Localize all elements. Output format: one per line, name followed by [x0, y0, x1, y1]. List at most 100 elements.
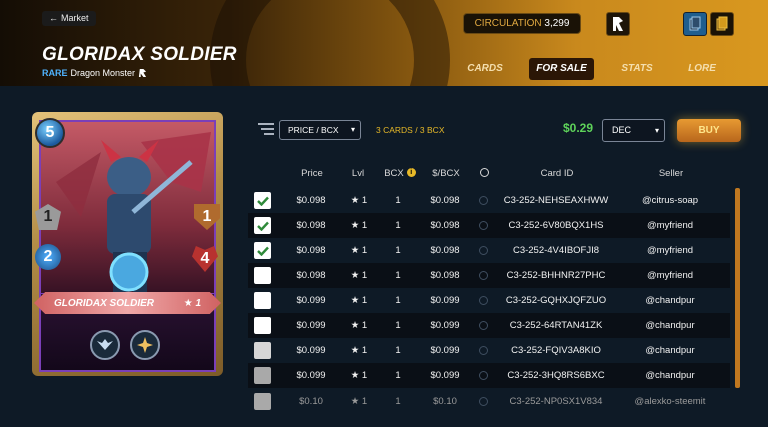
splinterlands-logo-icon — [613, 17, 623, 31]
row-clock-icon — [479, 271, 488, 280]
row-price: $0.099 — [296, 320, 326, 331]
row-level: ★ 1 — [350, 245, 368, 256]
row-bcx: 1 — [395, 370, 401, 381]
row-level: ★ 1 — [350, 370, 368, 381]
row-checkbox[interactable] — [254, 192, 271, 209]
header-swirl-decoration — [210, 0, 450, 86]
row-checkbox[interactable] — [254, 393, 271, 410]
nameplate-level-value: 1 — [195, 297, 201, 309]
col-header-price[interactable]: Price — [292, 168, 332, 179]
selected-total-price: $0.29 — [563, 121, 594, 135]
dragon-soldier-illustration — [56, 132, 211, 292]
row-seller[interactable]: @myfriend — [624, 213, 716, 238]
row-card-id[interactable]: C3-252-64RTAN41ZK — [498, 313, 614, 338]
row-seller[interactable]: @myfriend — [624, 263, 716, 288]
nameplate-star-icon: ★ — [183, 297, 193, 309]
neutral-splinter-icon — [138, 68, 147, 78]
row-card-id[interactable]: C3-252-FQIV3A8KIO — [498, 338, 614, 363]
row-price-per-bcx: $0.099 — [430, 370, 460, 381]
row-bcx: 1 — [395, 220, 401, 231]
nameplate-level: ★ 1 — [184, 298, 201, 309]
col-header-seller[interactable]: Seller — [630, 168, 712, 179]
currency-select[interactable]: DEC ▾ — [602, 119, 665, 142]
row-checkbox[interactable] — [254, 217, 271, 234]
row-level: ★ 1 — [350, 295, 368, 306]
card-type-label: Dragon Monster — [70, 68, 136, 78]
table-scrollbar[interactable] — [735, 188, 740, 388]
row-seller[interactable]: @chandpur — [624, 338, 716, 363]
row-card-id[interactable]: C3-252-GQHXJQFZUO — [498, 288, 614, 313]
table-row[interactable]: $0.099 ★ 1 1 $0.099 C3-252-FQIV3A8KIO @c… — [248, 338, 730, 363]
row-checkbox[interactable] — [254, 367, 271, 384]
col-header-lvl[interactable]: Lvl — [345, 168, 371, 179]
tab-stats[interactable]: STATS — [611, 58, 663, 80]
row-seller[interactable]: @chandpur — [624, 313, 716, 338]
arrow-left-icon: ← — [49, 13, 58, 23]
row-clock-icon — [479, 321, 488, 330]
table-row[interactable]: $0.098 ★ 1 1 $0.098 C3-252-NEHSEAXHWW @c… — [248, 188, 730, 213]
circulation-value: 3,299 — [544, 18, 570, 29]
tab-lore[interactable]: LORE — [677, 58, 727, 80]
col-header-card-id[interactable]: Card ID — [512, 168, 602, 179]
view-regular-toggle[interactable] — [710, 12, 734, 36]
row-card-id[interactable]: C3-252-NEHSEAXHWW — [498, 188, 614, 213]
market-label: Market — [61, 13, 89, 23]
table-row[interactable]: $0.098 ★ 1 1 $0.098 C3-252-BHHNR27PHC @m… — [248, 263, 730, 288]
table-row[interactable]: $0.099 ★ 1 1 $0.099 C3-252-64RTAN41ZK @c… — [248, 313, 730, 338]
tab-for-sale[interactable]: FOR SALE — [529, 58, 594, 80]
row-clock-icon — [479, 397, 488, 406]
row-card-id[interactable]: C3-252-3HQ8RS6BXC — [498, 363, 614, 388]
row-price-per-bcx: $0.098 — [430, 195, 460, 206]
table-row[interactable]: $0.098 ★ 1 1 $0.098 C3-252-6V80BQX1HS @m… — [248, 213, 730, 238]
spark-ability-icon — [137, 337, 153, 353]
card-subtitle: RARE Dragon Monster — [42, 68, 147, 78]
row-seller[interactable]: @chandpur — [624, 363, 716, 388]
row-card-id[interactable]: C3-252-4V4IBOFJI8 — [498, 238, 614, 263]
chevron-down-icon: ▾ — [350, 125, 355, 134]
row-seller[interactable]: @chandpur — [624, 288, 716, 313]
row-card-id[interactable]: C3-252-NP0SX1V834 — [498, 389, 614, 414]
row-seller[interactable]: @alexko-steemit — [624, 389, 716, 414]
filter-lines-icon[interactable] — [258, 122, 274, 136]
splinterlands-logo-button[interactable] — [606, 12, 630, 36]
col-header-per-bcx[interactable]: $/BCX — [425, 168, 467, 179]
view-gold-toggle[interactable] — [683, 12, 707, 36]
row-seller[interactable]: @myfriend — [624, 238, 716, 263]
row-level: ★ 1 — [350, 270, 368, 281]
row-checkbox[interactable] — [254, 267, 271, 284]
row-checkbox[interactable] — [254, 242, 271, 259]
row-price: $0.099 — [296, 345, 326, 356]
sort-select-value: PRICE / BCX — [288, 125, 339, 135]
table-row[interactable]: $0.098 ★ 1 1 $0.098 C3-252-4V4IBOFJI8 @m… — [248, 238, 730, 263]
row-checkbox[interactable] — [254, 342, 271, 359]
row-seller[interactable]: @citrus-soap — [624, 188, 716, 213]
row-checkbox[interactable] — [254, 292, 271, 309]
card-display: 5 1 1 2 4 GLORIDAX SOLDIER ★ 1 — [32, 112, 223, 376]
row-price: $0.099 — [296, 370, 326, 381]
row-clock-icon — [479, 246, 488, 255]
currency-select-value: DEC — [612, 125, 632, 135]
row-bcx: 1 — [395, 295, 401, 306]
row-price-per-bcx: $0.098 — [430, 220, 460, 231]
buy-button[interactable]: BUY — [677, 119, 741, 142]
table-row[interactable]: $0.099 ★ 1 1 $0.099 C3-252-GQHXJQFZUO @c… — [248, 288, 730, 313]
table-row[interactable]: $0.10 ★ 1 1 $0.10 C3-252-NP0SX1V834 @ale… — [248, 389, 730, 414]
col-header-time[interactable] — [478, 168, 490, 180]
back-to-market-button[interactable]: ← Market — [42, 11, 96, 26]
row-clock-icon — [479, 221, 488, 230]
tab-cards[interactable]: CARDS — [455, 58, 515, 80]
cards-stack-icon — [689, 16, 701, 31]
wing-ability-icon — [97, 339, 113, 350]
chevron-down-icon: ▾ — [654, 126, 659, 135]
row-card-id[interactable]: C3-252-BHHNR27PHC — [498, 263, 614, 288]
table-row[interactable]: $0.099 ★ 1 1 $0.099 C3-252-3HQ8RS6BXC @c… — [248, 363, 730, 388]
ability-slot-1[interactable] — [90, 330, 120, 360]
ability-slot-2[interactable] — [130, 330, 160, 360]
row-clock-icon — [479, 371, 488, 380]
row-checkbox[interactable] — [254, 317, 271, 334]
row-price: $0.098 — [296, 245, 326, 256]
row-bcx: 1 — [395, 345, 401, 356]
row-card-id[interactable]: C3-252-6V80BQX1HS — [498, 213, 614, 238]
sort-select[interactable]: PRICE / BCX ▾ — [279, 120, 361, 140]
col-header-bcx[interactable]: BCX i — [380, 168, 420, 179]
